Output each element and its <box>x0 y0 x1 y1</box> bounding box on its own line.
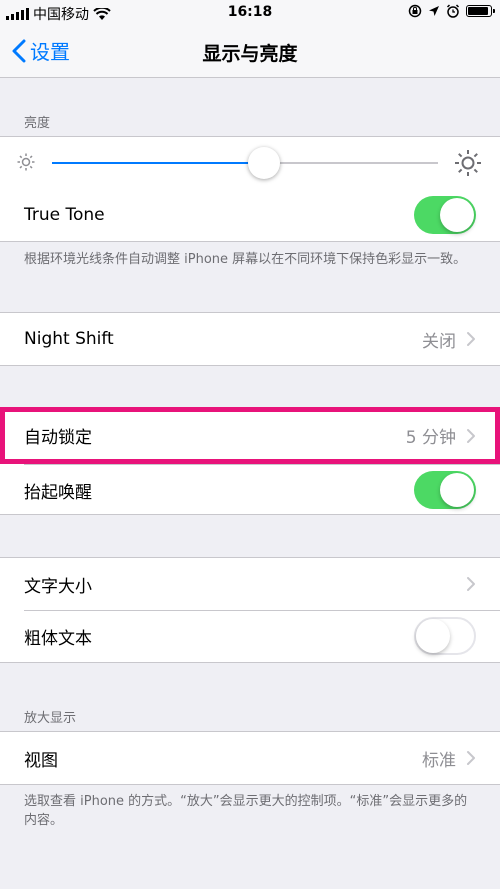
true-tone-label: True Tone <box>24 205 105 225</box>
sun-large-icon <box>455 150 481 176</box>
true-tone-toggle[interactable] <box>414 196 476 234</box>
text-size-label: 文字大小 <box>24 576 92 597</box>
brightness-slider[interactable] <box>52 147 438 179</box>
raise-to-wake-row: 抬起唤醒 <box>0 464 500 516</box>
text-size-row[interactable]: 文字大小 <box>0 558 500 610</box>
status-bar: 中国移动 16:18 <box>0 0 500 26</box>
brightness-header: 亮度 <box>24 116 51 131</box>
zoom-header: 放大显示 <box>24 711 77 726</box>
auto-lock-row[interactable]: 自动锁定 5 分钟 <box>5 412 495 459</box>
view-row[interactable]: 视图 标准 <box>0 732 500 784</box>
chevron-right-icon <box>467 577 475 591</box>
chevron-right-icon <box>467 751 475 765</box>
auto-lock-value: 5 分钟 <box>405 428 456 448</box>
zoom-group: 视图 标准 <box>0 731 500 785</box>
view-label: 视图 <box>24 750 58 771</box>
battery-icon <box>466 5 495 17</box>
view-value: 标准 <box>422 750 456 771</box>
zoom-footer: 选取查看 iPhone 的方式。“放大”会显示更大的控制项。“标准”会显示更多的… <box>24 794 468 828</box>
status-right <box>408 4 495 18</box>
chevron-right-icon <box>467 428 475 443</box>
battery-fill <box>468 7 488 15</box>
brightness-group: True Tone <box>0 136 500 242</box>
night-shift-group: Night Shift 关闭 <box>0 312 500 366</box>
brightness-footer: 根据环境光线条件自动调整 iPhone 屏幕以在不同环境下保持色彩显示一致。 <box>24 252 467 267</box>
brightness-slider-fill <box>52 162 265 164</box>
chevron-right-icon <box>467 332 475 346</box>
auto-lock-label: 自动锁定 <box>24 428 92 448</box>
true-tone-row: True Tone <box>0 189 500 241</box>
auto-lock-highlight: 自动锁定 5 分钟 <box>0 407 500 464</box>
night-shift-row[interactable]: Night Shift 关闭 <box>0 313 500 365</box>
text-group: 文字大小 粗体文本 <box>0 557 500 663</box>
brightness-slider-row <box>0 137 500 189</box>
location-icon <box>429 6 439 16</box>
night-shift-value: 关闭 <box>422 331 456 352</box>
raise-to-wake-label: 抬起唤醒 <box>24 482 92 503</box>
navigation-bar: 设置 显示与亮度 <box>0 26 500 78</box>
alarm-icon <box>446 4 460 18</box>
bold-text-label: 粗体文本 <box>24 628 92 649</box>
orientation-lock-icon <box>408 4 422 18</box>
sun-small-icon <box>17 153 35 171</box>
page-title: 显示与亮度 <box>202 43 298 65</box>
night-shift-label: Night Shift <box>24 329 114 349</box>
bold-text-toggle[interactable] <box>414 617 476 655</box>
raise-to-wake-toggle[interactable] <box>414 471 476 509</box>
bold-text-row: 粗体文本 <box>0 610 500 662</box>
brightness-slider-thumb[interactable] <box>248 147 281 179</box>
